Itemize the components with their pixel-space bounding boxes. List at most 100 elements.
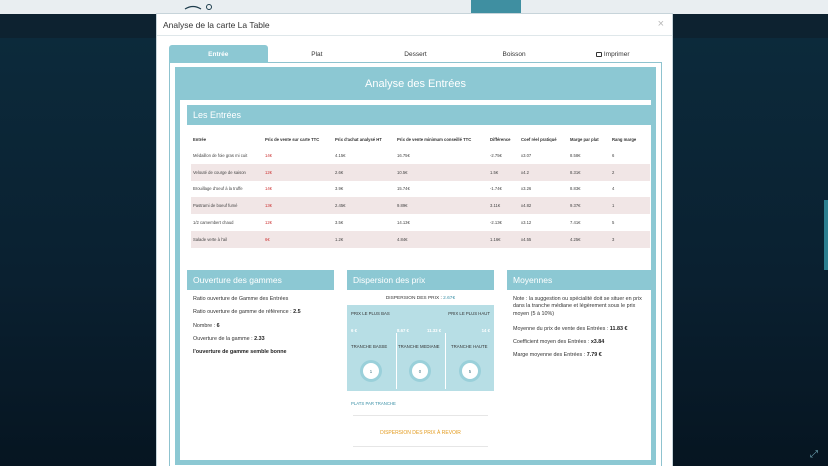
- plats-par-tranche-link[interactable]: PLATS PAR TRANCHE: [351, 401, 494, 406]
- table-cell: Pastrami de boeuf fumé: [191, 197, 263, 215]
- nombre-line: Nombre : 6: [193, 323, 328, 330]
- table-cell: Brouillage d'oeuf à la truffe: [193, 186, 243, 192]
- dispersion-header-value: 2.67€: [443, 296, 456, 301]
- prix-moyen-value: 11.83 €: [609, 325, 628, 332]
- table-cell: 1/2 camembert chaud: [193, 220, 234, 226]
- column-header: Marge par plat: [570, 137, 599, 142]
- column-header: Prix de vente minimum conseillé TTC: [397, 137, 472, 142]
- modal-title: Analyse de la carte La Table: [163, 19, 270, 30]
- table-cell: x3.26: [521, 186, 532, 192]
- tab-boisson[interactable]: Boisson: [465, 45, 564, 63]
- divider: [396, 333, 397, 389]
- table-cell: 14.13€: [397, 220, 410, 226]
- dispersion-title: Dispersion des prix: [347, 270, 494, 290]
- price-v2: 8.67 €: [397, 328, 409, 333]
- ouverture-line: Ouverture de la gamme : 2.33: [193, 336, 328, 343]
- logo-icon: [184, 4, 212, 10]
- tab-imprimer[interactable]: Imprimer: [563, 45, 662, 63]
- table-cell: 6: [612, 152, 615, 158]
- table-cell: 3: [610, 230, 650, 248]
- gammes-body: Ratio ouverture de Gamme des Entrées Rat…: [187, 290, 334, 368]
- tab-plat[interactable]: Plat: [268, 45, 367, 63]
- tranche-mediane-count[interactable]: 0: [409, 360, 431, 382]
- table-cell: 5: [612, 220, 615, 226]
- table-cell: Velouté de courge de saison: [191, 163, 263, 181]
- gammes-card: Ouverture des gammes Ratio ouverture de …: [187, 270, 334, 368]
- table-cell: -2.13€: [490, 220, 502, 226]
- table-cell: 2.45€: [333, 197, 395, 215]
- entrees-table: Entrée Prix de vente sur carte TTC Prix d'…: [191, 132, 650, 248]
- tranche-haute-label: TRANCHE HAUTE: [451, 344, 488, 349]
- table-cell: 15.74€: [397, 186, 410, 192]
- dispersion-chart: PRIX LE PLUS BAS PRIX LE PLUS HAUT 6 € 8…: [347, 305, 494, 391]
- table-cell: 4.25€: [568, 230, 610, 248]
- column-header: Coef réel pratiqué: [521, 137, 557, 142]
- table-row: 1/2 camembert chaud 12€ 3.5€ 14.13€ -2.13€ x3…: [191, 214, 650, 231]
- tab-label: Plat: [311, 50, 323, 58]
- gammes-title: Ouverture des gammes: [187, 270, 334, 290]
- table-cell: 4.84€: [395, 230, 488, 248]
- ouverture-label: Ouverture de la gamme :: [193, 335, 255, 342]
- count-value: 5: [462, 363, 478, 379]
- table-cell: 4: [612, 186, 615, 192]
- table-cell: 2.6€: [333, 163, 395, 181]
- table-cell: 8.31€: [568, 163, 610, 181]
- nav-active-tab[interactable]: [471, 0, 521, 14]
- table-cell: 7.41€: [570, 220, 581, 226]
- ratio-ref-value: 2.5: [293, 309, 301, 316]
- table-cell: 4.15€: [335, 152, 346, 158]
- table-header-row: Entrée Prix de vente sur carte TTC Prix d'…: [191, 132, 650, 147]
- table-cell: 10.5€: [395, 163, 488, 181]
- close-icon[interactable]: ×: [658, 18, 664, 30]
- table-cell: 1.16€: [488, 230, 519, 248]
- expand-icon[interactable]: ⤢: [810, 449, 818, 460]
- ratio-ref-label: Ratio ouverture de gamme de référence :: [193, 309, 294, 316]
- price-v3: 11.33 €: [427, 328, 442, 333]
- coef-line: Coefficient moyen des Entrées : x3.84: [513, 339, 648, 346]
- table-cell: 3.5€: [335, 220, 344, 226]
- marge-value: 7.79 €: [586, 352, 602, 359]
- page-title: Analyse des Entrées: [365, 77, 466, 90]
- modal-header: Analyse de la carte La Table ×: [157, 14, 672, 36]
- nombre-label: Nombre :: [193, 322, 217, 329]
- dispersion-card: Dispersion des prix DISPERSION DES PRIX …: [347, 270, 494, 447]
- tab-entree[interactable]: Entrée: [169, 45, 268, 63]
- table-cell: x4.2: [519, 163, 568, 181]
- table-cell: Salade verte à l'ail: [191, 230, 263, 248]
- table-cell: -2.75€: [490, 152, 502, 158]
- table-row: Pastrami de boeuf fumé 13€ 2.45€ 9.89€ 3.11€…: [191, 197, 650, 215]
- tab-dessert[interactable]: Dessert: [366, 45, 465, 63]
- table-cell: -1.74€: [490, 186, 502, 192]
- count-value: 0: [412, 363, 428, 379]
- table-cell: 1: [610, 197, 650, 215]
- dispersion-header: DISPERSION DES PRIX : 2.67€: [347, 296, 494, 301]
- tranche-basse-count[interactable]: 1: [360, 360, 382, 382]
- tranche-haute-count[interactable]: 5: [459, 360, 481, 382]
- side-scroll-handle[interactable]: [824, 200, 828, 270]
- prix-moyen-line: Moyenne du prix de vente des Entrées : 1…: [513, 326, 648, 333]
- table-cell: 8.58€: [570, 152, 581, 158]
- table-row: Brouillage d'oeuf à la truffe 14€ 3.9€ 15.7…: [191, 181, 650, 198]
- column-header: Différence: [490, 137, 511, 142]
- table-cell: 12€: [265, 220, 272, 226]
- table-cell: 9.89€: [395, 197, 488, 215]
- price-v4: 14 €: [481, 328, 490, 333]
- table-cell: x4.82: [519, 197, 568, 215]
- table-row: Velouté de courge de saison 12€ 2.6€ 10.5€ 1…: [191, 163, 650, 181]
- table-cell: 3.9€: [335, 186, 344, 192]
- table-cell: 8.83€: [570, 186, 581, 192]
- divider: [353, 415, 488, 416]
- price-v1: 6 €: [351, 328, 357, 333]
- table-cell: 2: [610, 163, 650, 181]
- moyennes-note: Note : la suggestion ou spécialité doit …: [513, 296, 642, 317]
- marge-label: Marge moyenne des Entrées :: [513, 352, 587, 359]
- moyennes-body: Note : la suggestion ou spécialité doit …: [507, 290, 654, 372]
- coef-value: x3.84: [590, 339, 605, 346]
- column-header: Prix d'achat analysé HT: [335, 137, 382, 142]
- tab-label: Imprimer: [603, 50, 630, 58]
- ratio-label: Ratio ouverture de Gamme des Entrées: [193, 296, 289, 302]
- verdict-text: l'ouverture de gamme semble bonne: [193, 349, 287, 356]
- low-price-label: PRIX LE PLUS BAS: [351, 311, 390, 316]
- table-cell: 1.2€: [333, 230, 395, 248]
- tranche-basse-label: TRANCHE BASSE: [351, 344, 388, 349]
